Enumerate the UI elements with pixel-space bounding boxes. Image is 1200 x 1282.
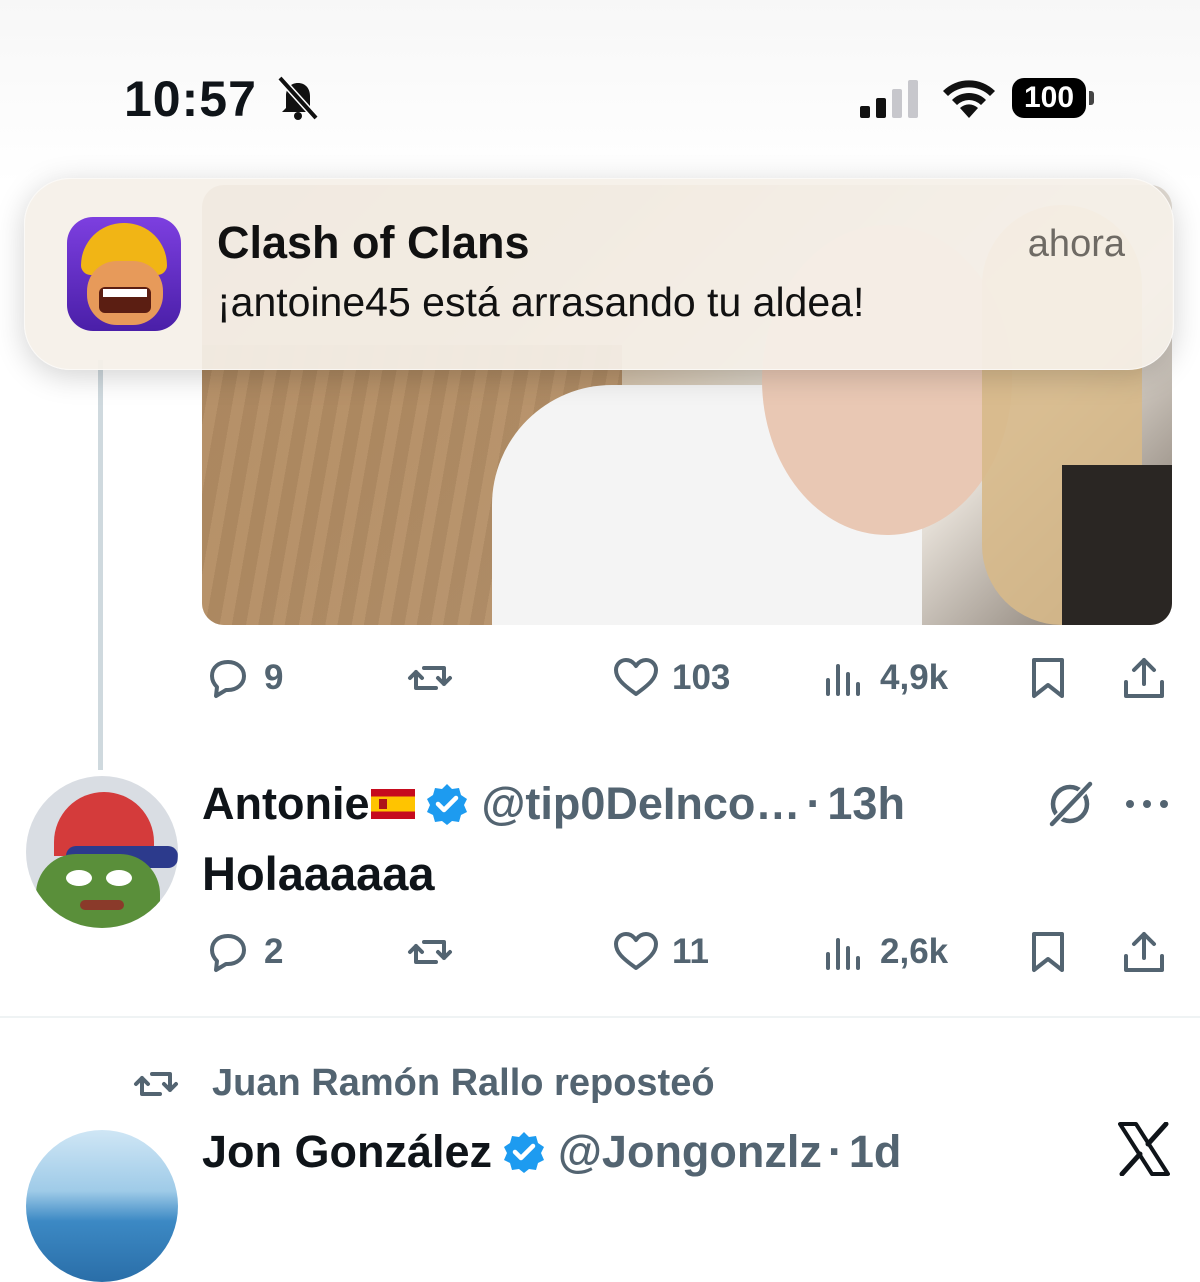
thread-connector-line (98, 360, 103, 770)
display-name[interactable]: Jon González (202, 1126, 492, 1178)
reply-button[interactable]: 9 (204, 648, 283, 708)
notification-time: ahora (1027, 223, 1125, 265)
bookmark-icon (1032, 658, 1064, 698)
like-button[interactable]: 11 (612, 922, 709, 982)
tweet-text: Holaaaaaa (202, 847, 435, 900)
share-button[interactable] (1120, 648, 1168, 708)
views-button[interactable]: 2,6k (820, 922, 948, 982)
share-button[interactable] (1120, 922, 1168, 982)
tweet-action-bar: 9 103 4,9k (200, 648, 1180, 708)
repost-icon (408, 666, 452, 690)
tweet-divider (0, 1016, 1200, 1018)
reply-button[interactable]: 2 (204, 922, 283, 982)
avatar[interactable] (26, 776, 178, 928)
verified-badge-icon (427, 784, 468, 825)
heart-icon (614, 932, 658, 970)
share-icon (1124, 932, 1164, 972)
bookmark-icon (1032, 932, 1064, 972)
share-icon (1124, 658, 1164, 698)
next-tweet-header: Jon González @Jongonzlz · 1d (202, 1126, 901, 1178)
like-button[interactable]: 103 (612, 648, 730, 708)
notification-app-name: Clash of Clans (217, 217, 530, 268)
status-time: 10:57 (124, 71, 257, 127)
flag-spain-icon (371, 789, 416, 819)
separator-dot: · (806, 778, 822, 829)
status-bar: 10:57 100 (0, 0, 1200, 185)
repost-icon (134, 1071, 178, 1096)
repost-button[interactable] (406, 648, 454, 708)
analytics-icon (826, 938, 860, 970)
grok-icon[interactable] (1044, 778, 1096, 830)
notification-message: ¡antoine45 está arrasando tu aldea! (217, 279, 865, 325)
repost-banner-text: Juan Ramón Rallo reposteó (212, 1062, 715, 1104)
user-handle[interactable]: @tip0DeInco… (481, 778, 800, 830)
repost-icon (408, 940, 452, 964)
push-notification[interactable]: Clash of Clans ahora ¡antoine45 está arr… (24, 178, 1174, 370)
verified-badge-icon (504, 1132, 545, 1173)
user-handle[interactable]: @Jongonzlz (558, 1126, 822, 1178)
tweet-action-bar: 2 11 2,6k (200, 922, 1180, 982)
display-name[interactable]: Antonie (202, 778, 369, 830)
tweet-time[interactable]: 13h (827, 778, 905, 830)
bell-slash-icon (277, 75, 319, 120)
views-button[interactable]: 4,9k (820, 648, 948, 708)
analytics-icon (826, 664, 860, 696)
separator-dot: · (827, 1126, 843, 1177)
heart-icon (614, 658, 658, 696)
clash-of-clans-app-icon (67, 217, 181, 331)
repost-button[interactable] (406, 922, 454, 982)
reply-icon (210, 934, 246, 972)
wifi-icon (943, 80, 995, 118)
repost-banner[interactable]: Juan Ramón Rallo reposteó (132, 1062, 715, 1105)
cellular-signal-icon (860, 80, 918, 118)
bookmark-button[interactable] (1024, 922, 1072, 982)
more-options-icon[interactable] (1124, 796, 1170, 812)
x-logo-icon (1118, 1122, 1170, 1176)
avatar[interactable] (26, 1130, 178, 1282)
reply-icon (210, 660, 246, 698)
tweet-time[interactable]: 1d (849, 1126, 902, 1178)
battery-level: 100 (1023, 81, 1075, 114)
battery-indicator: 100 (1012, 78, 1094, 120)
bookmark-button[interactable] (1024, 648, 1072, 708)
reply-tweet-header: Antonie @tip0DeInco… · 13h (202, 778, 905, 830)
